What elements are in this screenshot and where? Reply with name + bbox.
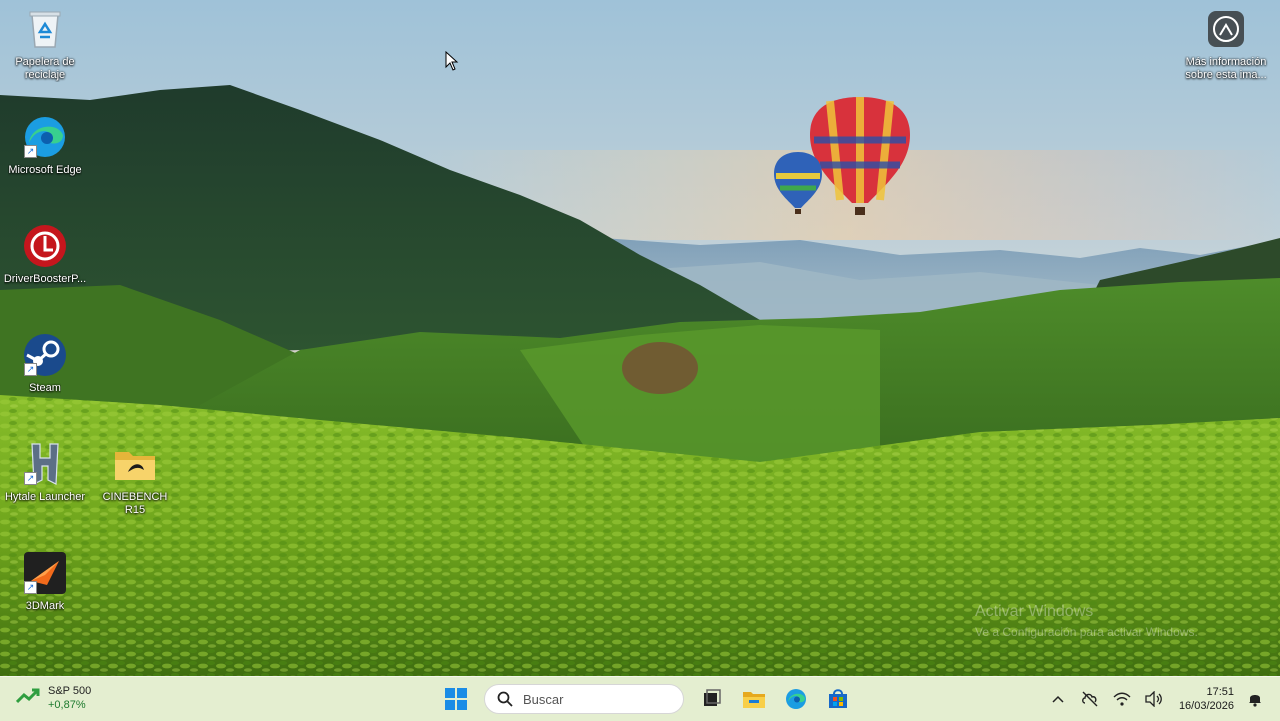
task-view-button[interactable]	[694, 681, 730, 717]
shortcut-arrow-icon: ↗	[24, 363, 37, 376]
watermark-title: Activar Windows	[975, 603, 1094, 620]
camera-info-icon	[1203, 6, 1249, 52]
search-box[interactable]: Buscar	[484, 684, 684, 714]
desktop-icon-wallpaper-info[interactable]: Más información sobre esta ima...	[1181, 6, 1271, 82]
mouse-cursor-icon	[445, 50, 459, 76]
desktop-icon-label: Hytale Launcher	[4, 491, 86, 503]
desktop-icon-label: Microsoft Edge	[8, 164, 82, 176]
desktop-icon-driverbooster[interactable]: DriverBoosterP...	[0, 223, 90, 286]
taskbar: S&P 500 +0,87% Buscar 17:51 16/03/2026	[0, 676, 1280, 721]
search-placeholder: Buscar	[523, 691, 564, 707]
file-explorer-icon	[743, 692, 765, 708]
watermark-subtitle: Ve a Configuración para activar Windows.	[975, 625, 1198, 639]
stock-up-icon	[15, 687, 40, 710]
system-tray: 17:51 16/03/2026	[1047, 677, 1266, 721]
chevron-up-icon[interactable]	[1047, 688, 1069, 710]
file-explorer-button[interactable]	[736, 681, 772, 717]
wifi-icon[interactable]	[1111, 688, 1133, 710]
no-sync-icon[interactable]	[1079, 688, 1101, 710]
start-button[interactable]	[438, 681, 474, 717]
search-icon	[497, 691, 513, 707]
speaker-icon[interactable]	[1143, 688, 1165, 710]
desktop-icon-label: CINEBENCH R15	[102, 491, 168, 516]
desktop-icon-edge[interactable]: ↗ Microsoft Edge	[0, 114, 90, 177]
steam-icon: ↗	[22, 332, 68, 378]
desktop-icon-recycle-bin[interactable]: Papelera de reciclaje	[0, 6, 90, 82]
clock[interactable]: 17:51 16/03/2026	[1179, 685, 1234, 713]
clock-date: 16/03/2026	[1178, 700, 1234, 712]
desktop-icon-label: 3DMark	[25, 600, 65, 612]
desktop-wallpaper	[0, 0, 1280, 676]
desktop-icon-label: Steam	[29, 382, 61, 394]
desktop-icon-hytale[interactable]: ↗ Hytale Launcher	[0, 441, 90, 504]
shortcut-arrow-icon: ↗	[24, 581, 37, 594]
store-button[interactable]	[820, 681, 856, 717]
edge-button[interactable]	[778, 681, 814, 717]
hytale-icon: ↗	[22, 441, 68, 487]
desktop-icon-label: DriverBoosterP...	[3, 273, 87, 285]
folder-icon	[112, 441, 158, 487]
shortcut-arrow-icon: ↗	[24, 145, 37, 158]
desktop-icon-3dmark[interactable]: ↗ 3DMark	[0, 550, 90, 613]
desktop-icon-label: Más información sobre esta ima...	[1185, 56, 1267, 81]
task-view-icon	[704, 689, 721, 706]
3dmark-icon: ↗	[22, 550, 68, 596]
desktop-icon-steam[interactable]: ↗ Steam	[0, 332, 90, 395]
recycle-bin-icon	[22, 6, 68, 52]
store-icon	[829, 689, 847, 708]
taskbar-center: Buscar	[438, 681, 856, 717]
desktop-icon-cinebench[interactable]: CINEBENCH R15	[90, 441, 180, 517]
shortcut-arrow-icon: ↗	[24, 472, 37, 485]
stock-change: +0,87%	[48, 699, 86, 711]
desktop-icon-label: Papelera de reciclaje	[15, 56, 75, 81]
clock-time: 17:51	[1206, 686, 1234, 698]
bell-icon[interactable]	[1244, 688, 1266, 710]
activation-watermark: Activar Windows Ve a Configuración para …	[975, 603, 1198, 639]
start-icon	[445, 688, 467, 710]
edge-icon	[786, 689, 806, 709]
stock-widget[interactable]: S&P 500 +0,87%	[15, 684, 92, 712]
edge-icon: ↗	[22, 114, 68, 160]
stock-name: S&P 500	[48, 685, 92, 697]
driver-booster-icon	[22, 223, 68, 269]
